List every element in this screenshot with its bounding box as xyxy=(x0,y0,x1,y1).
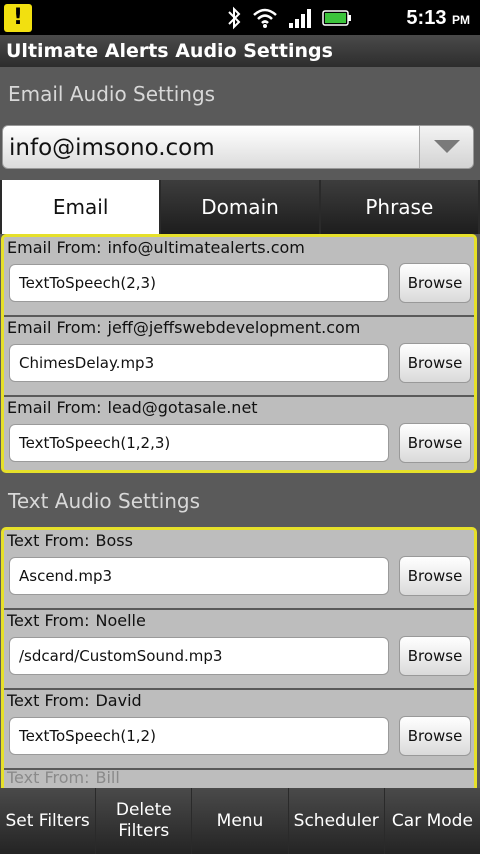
scheduler-button[interactable]: Scheduler xyxy=(288,788,384,854)
sound-field[interactable]: /sdcard/CustomSound.mp3 xyxy=(9,637,389,675)
status-icons xyxy=(226,6,352,30)
text-from-label: Text From: Noelle xyxy=(7,611,146,630)
tab-phrase[interactable]: Phrase xyxy=(320,180,478,234)
signal-strength-icon xyxy=(289,9,311,28)
text-filter-list: Text From: Boss Ascend.mp3 Browse Text Fr… xyxy=(1,527,477,788)
sound-field[interactable]: TextToSpeech(1,2,3) xyxy=(9,424,389,462)
delete-filters-button[interactable]: Delete Filters xyxy=(96,788,192,854)
list-item[interactable]: Email From: lead@gotasale.net TextToSpeec… xyxy=(4,397,474,470)
bottom-menu: Set Filters Delete Filters Menu Schedule… xyxy=(0,788,480,854)
clock-ampm: PM xyxy=(452,13,470,27)
browse-button[interactable]: Browse xyxy=(399,343,471,383)
text-from-label: Text From: Boss xyxy=(7,531,133,550)
row-sender: Noelle xyxy=(95,611,146,630)
text-from-label: Text From: Bill xyxy=(7,768,120,787)
email-from-label: Email From: jeff@jeffswebdevelopment.com xyxy=(7,318,360,337)
list-item[interactable]: Text From: Boss Ascend.mp3 Browse xyxy=(4,530,474,610)
car-mode-button[interactable]: Car Mode xyxy=(384,788,480,854)
list-item[interactable]: Text From: Bill xyxy=(4,768,474,788)
list-item[interactable]: Text From: David TextToSpeech(1,2) Browse xyxy=(4,690,474,770)
tab-email[interactable]: Email xyxy=(2,180,160,234)
wifi-icon xyxy=(253,8,277,28)
row-sender: Boss xyxy=(95,531,133,550)
battery-icon xyxy=(322,10,351,26)
list-item[interactable]: Text From: Noelle /sdcard/CustomSound.mp3… xyxy=(4,610,474,690)
row-sender: David xyxy=(95,691,142,710)
browse-button[interactable]: Browse xyxy=(399,636,471,676)
status-bar: ! 5:13 PM xyxy=(0,0,480,35)
list-item[interactable]: Email From: jeff@jeffswebdevelopment.com … xyxy=(4,317,474,397)
sound-field[interactable]: Ascend.mp3 xyxy=(9,557,389,595)
row-sender: lead@gotasale.net xyxy=(107,398,258,417)
row-prefix: Text From: xyxy=(7,611,90,630)
app-title: Ultimate Alerts Audio Settings xyxy=(0,35,480,67)
account-dropdown[interactable]: info@imsono.com xyxy=(2,125,474,169)
browse-button[interactable]: Browse xyxy=(399,423,471,463)
row-prefix: Email From: xyxy=(7,238,102,257)
row-prefix: Email From: xyxy=(7,398,102,417)
menu-button[interactable]: Menu xyxy=(192,788,288,854)
email-from-label: Email From: info@ultimatealerts.com xyxy=(7,238,305,257)
row-sender: jeff@jeffswebdevelopment.com xyxy=(107,318,361,337)
email-filter-list: Email From: info@ultimatealerts.com TextT… xyxy=(1,234,477,473)
clock-time: 5:13 xyxy=(406,7,447,29)
row-sender: Bill xyxy=(95,768,120,787)
alert-notification-icon[interactable]: ! xyxy=(4,4,32,32)
browse-button[interactable]: Browse xyxy=(399,716,471,756)
row-sender: info@ultimatealerts.com xyxy=(107,238,305,257)
browse-button[interactable]: Browse xyxy=(399,263,471,303)
set-filters-button[interactable]: Set Filters xyxy=(0,788,96,854)
sound-field[interactable]: ChimesDelay.mp3 xyxy=(9,344,389,382)
row-prefix: Text From: xyxy=(7,768,90,787)
sound-field[interactable]: TextToSpeech(1,2) xyxy=(9,717,389,755)
email-from-label: Email From: lead@gotasale.net xyxy=(7,398,258,417)
chevron-down-icon xyxy=(434,140,460,153)
row-prefix: Text From: xyxy=(7,691,90,710)
status-clock: 5:13 PM xyxy=(406,3,470,35)
list-item[interactable]: Email From: info@ultimatealerts.com TextT… xyxy=(4,237,474,317)
bluetooth-icon xyxy=(228,6,241,30)
account-selected-value: info@imsono.com xyxy=(9,135,215,161)
browse-button[interactable]: Browse xyxy=(399,556,471,596)
text-audio-settings-heading: Text Audio Settings xyxy=(8,489,201,513)
tab-domain[interactable]: Domain xyxy=(161,180,319,234)
email-audio-settings-heading: Email Audio Settings xyxy=(8,82,216,106)
filter-tabs: Email Domain Phrase xyxy=(0,180,480,234)
text-from-label: Text From: David xyxy=(7,691,142,710)
row-prefix: Email From: xyxy=(7,318,102,337)
dropdown-button[interactable] xyxy=(419,126,473,168)
sound-field[interactable]: TextToSpeech(2,3) xyxy=(9,264,389,302)
row-prefix: Text From: xyxy=(7,531,90,550)
